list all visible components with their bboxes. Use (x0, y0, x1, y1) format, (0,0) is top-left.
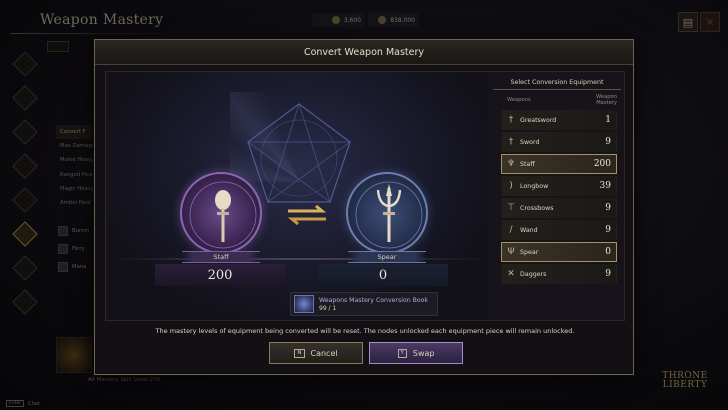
weapon-row-greatsword[interactable]: † Greatsword 1 (501, 110, 617, 130)
swap-key: Y (397, 348, 407, 358)
weapon-row-spear[interactable]: Ψ Spear 0 (501, 242, 617, 262)
stage-floor (110, 258, 488, 260)
target-weapon-circle (346, 172, 428, 254)
weapon-name: Longbow (520, 182, 549, 190)
weapon-name: Staff (520, 160, 535, 168)
col-mastery: Weapon Mastery (596, 94, 617, 106)
item-count: 99 / 1 (319, 304, 337, 312)
crossbow-icon: ⊤ (507, 203, 515, 213)
staff-icon: ♆ (506, 159, 516, 169)
weapon-mastery-value: 1 (605, 115, 611, 125)
panel-column-headers: Weapons Weapon Mastery (493, 90, 621, 110)
weapon-row-crossbows[interactable]: ⊤ Crossbows 9 (501, 198, 617, 218)
daggers-icon: ✕ (507, 269, 515, 279)
swap-arrows-icon (287, 204, 327, 226)
weapon-row-daggers[interactable]: ✕ Daggers 9 (501, 264, 617, 284)
weapon-mastery-value: 9 (605, 137, 611, 147)
target-weapon-name: Spear (348, 251, 426, 263)
weapon-list: † Greatsword 1 † Sword 9 ♆ Staff 200) Longbow 39 ⊤ C… (493, 110, 621, 284)
modal-title: Convert Weapon Mastery (95, 40, 633, 65)
weapon-name: Spear (520, 248, 539, 256)
modal-content: Staff Spear 200 0 Select Conversion Equi… (105, 71, 625, 321)
cancel-button[interactable]: N Cancel (269, 342, 363, 364)
staff-icon (189, 181, 257, 249)
spear-icon: Ψ (507, 247, 515, 257)
conversion-book-icon (294, 295, 314, 313)
panel-title: Select Conversion Equipment (493, 76, 621, 90)
weapon-name: Crossbows (520, 204, 554, 212)
weapon-mastery-value: 9 (605, 269, 611, 279)
weapon-name: Sword (520, 138, 540, 146)
source-mastery-value: 200 (155, 264, 285, 286)
weapon-row-sword[interactable]: † Sword 9 (501, 132, 617, 152)
source-weapon-name: Staff (182, 251, 260, 263)
weapon-mastery-value: 9 (605, 203, 611, 213)
swap-button[interactable]: Y Swap (369, 342, 463, 364)
wand-icon: / (509, 225, 513, 235)
weapon-name: Daggers (520, 270, 547, 278)
weapon-row-longbow[interactable]: ) Longbow 39 (501, 176, 617, 196)
sword-icon: † (508, 137, 514, 147)
conversion-equipment-panel: Select Conversion Equipment Weapons Weap… (493, 76, 621, 316)
weapon-mastery-value: 39 (599, 181, 611, 191)
target-mastery-value: 0 (318, 264, 448, 286)
weapon-row-staff[interactable]: ♆ Staff 200 (501, 154, 617, 174)
cancel-key: N (294, 348, 305, 358)
conversion-stage: Staff Spear 200 0 (110, 72, 488, 320)
convert-mastery-modal: Convert Weapon Mastery Staff Spear 200 0… (94, 39, 634, 375)
cancel-label: Cancel (310, 348, 338, 358)
swap-label: Swap (412, 348, 435, 358)
weapon-mastery-value: 200 (593, 159, 611, 169)
spear-icon (355, 181, 423, 249)
longbow-icon: ) (509, 181, 513, 191)
source-weapon-circle (180, 172, 262, 254)
weapon-mastery-value: 0 (605, 247, 611, 257)
item-name: Weapons Mastery Conversion Book (319, 296, 428, 304)
weapon-name: Greatsword (520, 116, 557, 124)
weapon-name: Wand (520, 226, 538, 234)
weapon-mastery-value: 9 (605, 225, 611, 235)
conversion-item: Weapons Mastery Conversion Book 99 / 1 (290, 292, 438, 316)
reset-notice: The mastery levels of equipment being co… (155, 327, 575, 335)
weapon-row-wand[interactable]: / Wand 9 (501, 220, 617, 240)
greatsword-icon: † (508, 115, 514, 125)
col-weapons: Weapons (507, 97, 531, 103)
